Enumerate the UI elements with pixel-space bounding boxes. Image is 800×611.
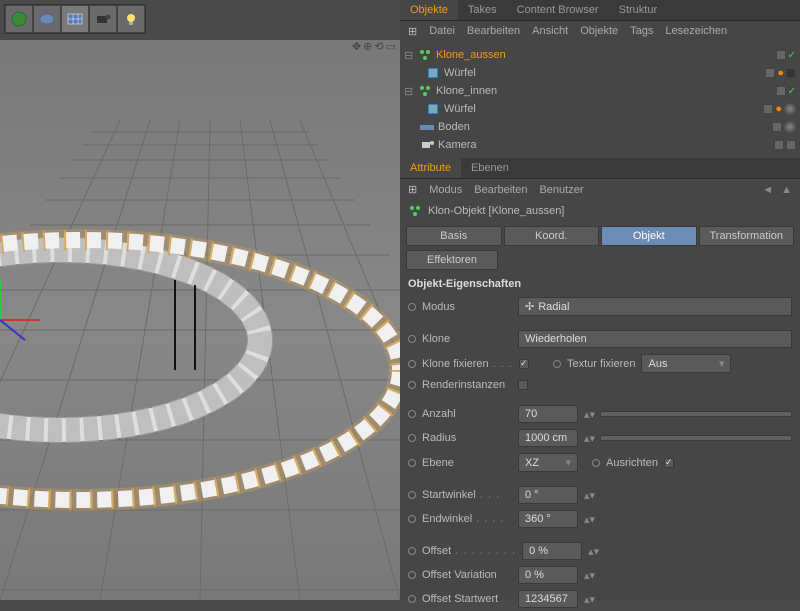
radius-slider[interactable] xyxy=(600,435,792,441)
tree-label[interactable]: Würfel xyxy=(444,67,761,79)
main-toolbar xyxy=(4,4,146,34)
tab-koord[interactable]: Koord. xyxy=(504,226,600,246)
modus-dropdown[interactable]: ✢Radial xyxy=(518,297,792,316)
prop-klone: Klone Wiederholen xyxy=(400,327,800,351)
menu-modus[interactable]: Modus xyxy=(429,184,462,196)
offset-startwert-field[interactable]: 1234567 xyxy=(518,590,578,608)
anzahl-slider[interactable] xyxy=(600,411,792,417)
cloner-icon xyxy=(408,204,422,218)
tree-label[interactable]: Klone_aussen xyxy=(436,49,772,61)
prop-modus: Modus ✢Radial xyxy=(400,294,800,319)
tree-row-klone-aussen[interactable]: ⊟ Klone_aussen ✓ xyxy=(400,46,800,64)
collapse-icon[interactable]: ⊟ xyxy=(404,49,414,62)
tree-row-wuerfel-1[interactable]: Würfel ● xyxy=(400,64,800,82)
radius-field[interactable]: 1000 cm xyxy=(518,429,578,447)
tab-effektoren[interactable]: Effektoren xyxy=(406,250,498,270)
prop-startwinkel: Startwinkel . . . 0 °▴▾ xyxy=(400,483,800,507)
menu-datei[interactable]: Datei xyxy=(429,25,455,38)
collapse-icon[interactable]: ⊟ xyxy=(404,85,414,98)
prop-ebene: Ebene XZ▾ Ausrichten xyxy=(400,450,800,475)
tab-struktur[interactable]: Struktur xyxy=(609,0,668,20)
spinner-icon[interactable]: ▴▾ xyxy=(584,593,594,606)
prop-anzahl: Anzahl 70▴▾ xyxy=(400,402,800,426)
camera-icon xyxy=(420,138,434,152)
object-tree: ⊟ Klone_aussen ✓ Würfel ● ⊟ Klone_innen … xyxy=(400,42,800,158)
spinner-icon[interactable]: ▴▾ xyxy=(584,432,594,445)
light-icon[interactable] xyxy=(117,5,145,33)
prop-endwinkel: Endwinkel . . . . 360 °▴▾ xyxy=(400,507,800,531)
prop-offset: Offset . . . . . . . . 0 %▴▾ xyxy=(400,539,800,563)
tree-row-klone-innen[interactable]: ⊟ Klone_innen ✓ xyxy=(400,82,800,100)
floor-icon xyxy=(420,120,434,134)
radial-icon: ✢ xyxy=(525,300,534,313)
nav-up-icon[interactable]: ▲ xyxy=(781,184,792,196)
cloner-icon xyxy=(418,48,432,62)
menu-lesezeichen[interactable]: Lesezeichen xyxy=(665,25,727,38)
object-name-row: Klon-Objekt [Klone_aussen] xyxy=(400,200,800,222)
grid-icon[interactable] xyxy=(61,5,89,33)
cloner-icon xyxy=(418,84,432,98)
spinner-icon[interactable]: ▴▾ xyxy=(584,489,594,502)
renderinstanzen-checkbox[interactable] xyxy=(518,380,528,390)
spinner-icon[interactable]: ▴▾ xyxy=(584,513,594,526)
side-panel: Objekte Takes Content Browser Struktur ⊞… xyxy=(400,0,800,600)
prop-offset-startwert: Offset Startwert 1234567▴▾ xyxy=(400,587,800,611)
spinner-icon[interactable]: ▴▾ xyxy=(584,569,594,582)
menu-objekte[interactable]: Objekte xyxy=(580,25,618,38)
spinner-icon[interactable]: ▴▾ xyxy=(588,545,598,558)
anzahl-field[interactable]: 70 xyxy=(518,405,578,423)
tree-label[interactable]: Kamera xyxy=(438,139,770,151)
tab-takes[interactable]: Takes xyxy=(458,0,507,20)
ausrichten-checkbox[interactable] xyxy=(664,458,674,468)
viewport[interactable]: ✥ ⊕ ⟲ ▭ xyxy=(0,40,400,600)
prop-renderinstanzen: Renderinstanzen xyxy=(400,376,800,394)
menu-bearbeiten[interactable]: Bearbeiten xyxy=(467,25,520,38)
tab-basis[interactable]: Basis xyxy=(406,226,502,246)
startwinkel-field[interactable]: 0 ° xyxy=(518,486,578,504)
tab-content-browser[interactable]: Content Browser xyxy=(507,0,609,20)
tab-transformation[interactable]: Transformation xyxy=(699,226,795,246)
tree-label[interactable]: Klone_innen xyxy=(436,85,772,97)
klone-fixieren-checkbox[interactable] xyxy=(519,359,529,369)
section-title: Objekt-Eigenschaften xyxy=(400,274,800,294)
ebene-dropdown[interactable]: XZ▾ xyxy=(518,453,578,472)
viewport-scene xyxy=(0,40,400,600)
prop-offset-variation: Offset Variation 0 %▴▾ xyxy=(400,563,800,587)
object-manager-tabs: Objekte Takes Content Browser Struktur xyxy=(400,0,800,21)
tree-row-wuerfel-2[interactable]: Würfel ● xyxy=(400,100,800,118)
menu-benutzer[interactable]: Benutzer xyxy=(539,184,583,196)
cube-icon xyxy=(426,66,440,80)
sphere-icon[interactable] xyxy=(5,5,33,33)
endwinkel-field[interactable]: 360 ° xyxy=(518,510,578,528)
blob-icon[interactable] xyxy=(33,5,61,33)
tab-attribute[interactable]: Attribute xyxy=(400,158,461,178)
klone-dropdown[interactable]: Wiederholen xyxy=(518,330,792,348)
nav-back-icon[interactable]: ◄ xyxy=(762,184,773,196)
menu-ansicht[interactable]: Ansicht xyxy=(532,25,568,38)
offset-field[interactable]: 0 % xyxy=(522,542,582,560)
tree-label[interactable]: Boden xyxy=(438,121,768,133)
menu-bearbeiten[interactable]: Bearbeiten xyxy=(474,184,527,196)
offset-variation-field[interactable]: 0 % xyxy=(518,566,578,584)
grid-toggle-icon[interactable]: ⊞ xyxy=(408,25,417,38)
textur-fixieren-dropdown[interactable]: Aus▾ xyxy=(641,354,731,373)
tree-row-kamera[interactable]: Kamera xyxy=(400,136,800,154)
tab-ebenen[interactable]: Ebenen xyxy=(461,158,519,178)
grid-toggle-icon[interactable]: ⊞ xyxy=(408,183,417,196)
spinner-icon[interactable]: ▴▾ xyxy=(584,408,594,421)
tree-label[interactable]: Würfel xyxy=(444,103,759,115)
attribute-menu: ⊞ Modus Bearbeiten Benutzer ◄ ▲ xyxy=(400,179,800,200)
menu-tags[interactable]: Tags xyxy=(630,25,653,38)
tab-objekt[interactable]: Objekt xyxy=(601,226,697,246)
camera-icon[interactable] xyxy=(89,5,117,33)
prop-klone-fixieren: Klone fixieren . . . Textur fixieren Aus… xyxy=(400,351,800,376)
object-manager-menu: ⊞ Datei Bearbeiten Ansicht Objekte Tags … xyxy=(400,21,800,42)
attribute-tabs: Basis Koord. Objekt Transformation xyxy=(400,222,800,250)
cube-icon xyxy=(426,102,440,116)
tab-objekte[interactable]: Objekte xyxy=(400,0,458,20)
tree-row-boden[interactable]: Boden xyxy=(400,118,800,136)
attribute-manager-tabs: Attribute Ebenen xyxy=(400,158,800,179)
prop-radius: Radius 1000 cm▴▾ xyxy=(400,426,800,450)
object-title: Klon-Objekt [Klone_aussen] xyxy=(428,205,564,217)
